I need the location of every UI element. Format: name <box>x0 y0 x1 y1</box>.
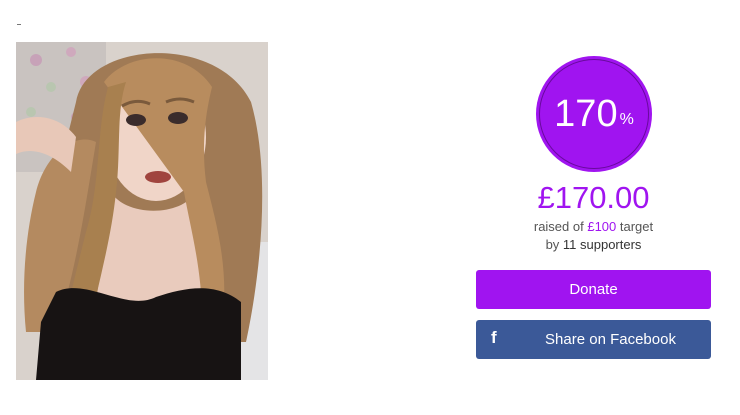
progress-unit: % <box>619 111 634 128</box>
raised-suffix: target <box>616 219 654 234</box>
progress-circle: 170 % <box>536 56 652 172</box>
supporters-line: by 11 supporters <box>476 237 711 253</box>
amount-raised: £170.00 <box>537 180 650 215</box>
target-amount: £100 <box>587 219 617 234</box>
facebook-icon: f <box>491 328 497 347</box>
share-facebook-label: Share on Facebook <box>545 331 676 348</box>
share-facebook-button[interactable]: f Share on Facebook <box>476 320 711 359</box>
donate-button[interactable]: Donate <box>476 270 711 309</box>
top-mark <box>17 24 21 25</box>
supporters-prefix: by <box>545 237 563 252</box>
donate-label: Donate <box>569 281 618 298</box>
raised-prefix: raised of <box>533 219 588 234</box>
progress-value: 170 <box>554 93 618 135</box>
fundraiser-photo <box>16 42 268 380</box>
raised-of-target: raised of £100 target <box>476 219 711 235</box>
supporters-count: 11 supporters <box>562 237 642 252</box>
